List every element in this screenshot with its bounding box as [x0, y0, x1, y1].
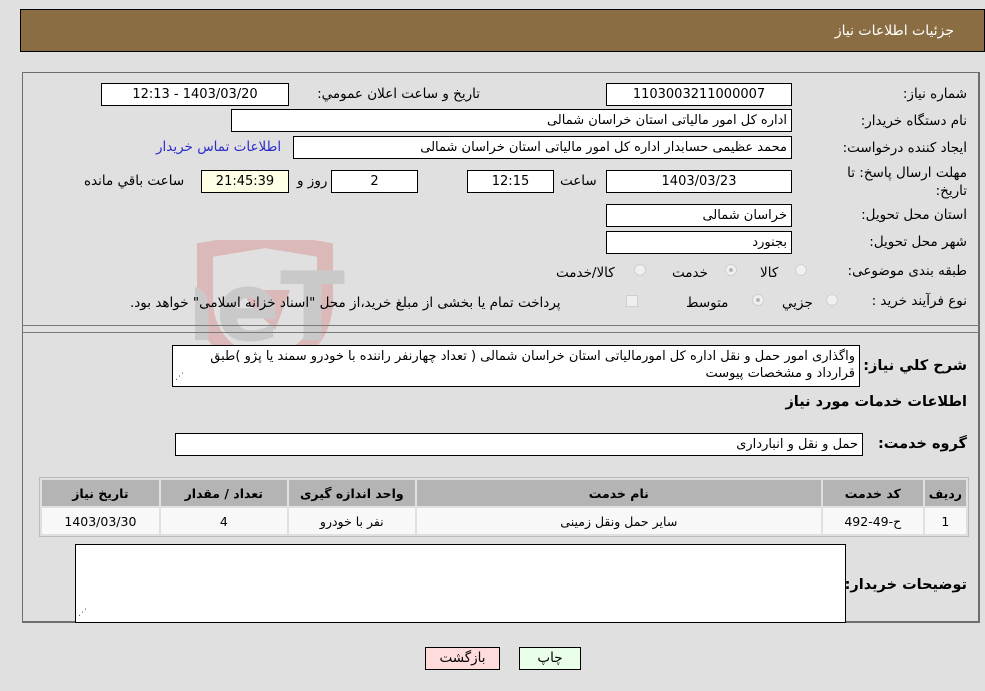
print-button[interactable]: چاپ [519, 647, 581, 670]
page-header: جزئيات اطلاعات نياز [20, 9, 985, 52]
category-option-goods-service: کالا/خدمت [556, 265, 615, 281]
services-section-title: اطلاعات خدمات مورد نياز [785, 394, 967, 410]
description-label: شرح کلي نياز: [863, 358, 967, 374]
need-number-label: شماره نياز: [902, 86, 967, 102]
category-label: طبقه بندی موضوعی: [847, 263, 967, 279]
col-header-service-name: نام خدمت [416, 480, 821, 506]
deadline-date-field: 1403/03/23 [606, 170, 792, 193]
process-radio-minor[interactable] [826, 294, 838, 306]
cell-row-number: 1 [924, 508, 966, 534]
col-header-service-code: کد خدمت [822, 480, 923, 506]
delivery-province-field: خراسان شمالی [606, 204, 792, 227]
divider [22, 332, 980, 333]
cell-unit: نفر با خودرو [288, 508, 415, 534]
delivery-city-label: شهر محل تحويل: [869, 234, 967, 250]
requester-label: ايجاد کننده درخواست: [842, 140, 967, 156]
buyer-notes-textarea[interactable]: ⋰ [75, 544, 846, 623]
buyer-contact-link[interactable]: اطلاعات تماس خريدار [156, 139, 281, 155]
announce-datetime-field: 1403/03/20 - 12:13 [101, 83, 289, 106]
category-option-goods: کالا [760, 265, 779, 281]
deadline-label: مهلت ارسال پاسخ: تا تاريخ: [847, 165, 967, 199]
cell-need-date: 1403/03/30 [42, 508, 159, 534]
col-header-row-number: رديف [924, 480, 966, 506]
process-radio-medium[interactable] [752, 294, 764, 306]
process-option-minor: جزيي [782, 295, 813, 311]
table-row: 1 ح-49-492 ساير حمل ونقل زمينی نفر با خو… [42, 508, 966, 534]
requester-field: محمد عظيمی حسابدار اداره کل امور مالياتی… [293, 136, 792, 159]
col-header-unit: واحد اندازه گيری [288, 480, 415, 506]
cell-service-name: ساير حمل ونقل زمينی [416, 508, 821, 534]
treasury-checkbox[interactable] [626, 295, 638, 307]
buyer-org-label: نام دستگاه خريدار: [860, 113, 967, 129]
cell-service-code: ح-49-492 [822, 508, 923, 534]
category-radio-goods[interactable] [795, 264, 807, 276]
category-radio-goods-service[interactable] [634, 264, 646, 276]
col-header-need-date: تاريخ نياز [42, 480, 159, 506]
announce-datetime-label: تاريخ و ساعت اعلان عمومي: [317, 86, 480, 102]
days-label: روز و [297, 173, 328, 189]
col-header-quantity: تعداد / مقدار [160, 480, 287, 506]
process-option-medium: متوسط [686, 295, 729, 311]
category-option-service: خدمت [672, 265, 708, 281]
description-textarea[interactable]: واگذاری امور حمل و نقل اداره کل امورمالي… [172, 345, 860, 387]
divider [22, 325, 980, 326]
resize-handle-icon[interactable]: ⋰ [175, 369, 184, 386]
deadline-time-label: ساعت [560, 173, 597, 189]
buyer-org-field: اداره کل امور مالياتی استان خراسان شمالی [231, 109, 792, 132]
services-table: رديف کد خدمت نام خدمت واحد اندازه گيری ت… [39, 477, 969, 537]
buyer-notes-label: توضيحات خريدار: [844, 577, 967, 593]
days-remaining-field: 2 [331, 170, 418, 193]
time-remaining-field: 21:45:39 [201, 170, 289, 193]
back-button[interactable]: بازگشت [425, 647, 500, 670]
time-remaining-label: ساعت باقي مانده [84, 173, 185, 189]
page-title: جزئيات اطلاعات نياز [834, 23, 954, 39]
treasury-checkbox-label: پرداخت تمام يا بخشی از مبلغ خريد،از محل … [130, 295, 561, 311]
delivery-city-field: بجنورد [606, 231, 792, 254]
delivery-province-label: استان محل تحويل: [861, 207, 967, 223]
service-group-label: گروه خدمت: [877, 436, 967, 452]
resize-handle-icon[interactable]: ⋰ [78, 605, 87, 622]
category-radio-service[interactable] [725, 264, 737, 276]
description-text: واگذاری امور حمل و نقل اداره کل امورمالي… [210, 349, 855, 381]
cell-quantity: 4 [160, 508, 287, 534]
purchase-process-label: نوع فرآيند خريد : [871, 293, 967, 309]
table-header-row: رديف کد خدمت نام خدمت واحد اندازه گيری ت… [42, 480, 966, 506]
service-group-field: حمل و نقل و انبارداری [175, 433, 863, 456]
need-number-field: 1103003211000007 [606, 83, 792, 106]
deadline-time-field: 12:15 [467, 170, 554, 193]
